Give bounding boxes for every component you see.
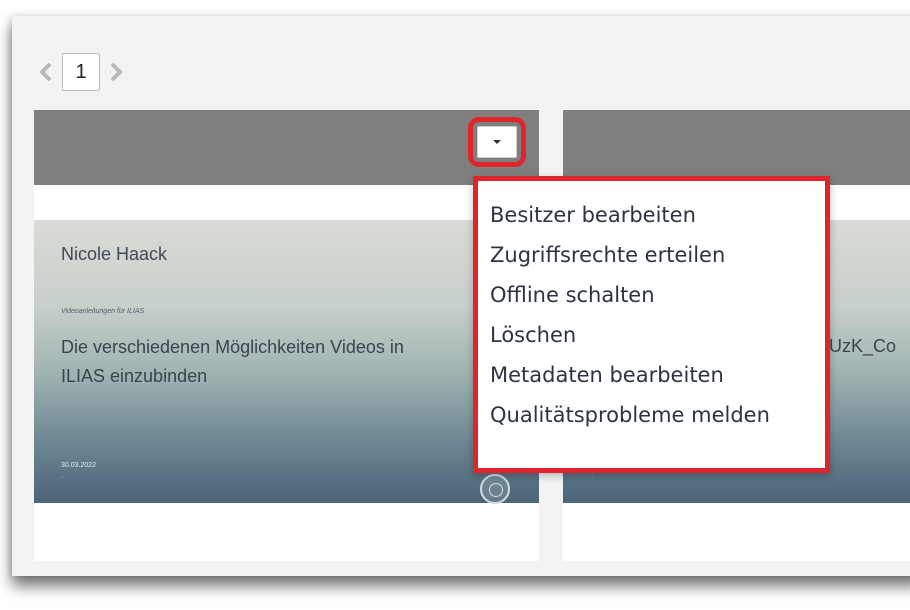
menu-item-zugriffsrechte-erteilen[interactable]: Zugriffsrechte erteilen <box>478 235 825 275</box>
video-date: 30.03.2022 <box>61 462 97 469</box>
menu-item-besitzer-bearbeiten[interactable]: Besitzer bearbeiten <box>478 195 825 235</box>
caret-down-icon <box>493 140 501 144</box>
menu-item-metadaten-bearbeiten[interactable]: Metadaten bearbeiten <box>478 355 825 395</box>
video-series: Videoanleitungen für ILIAS <box>61 308 145 315</box>
card-header <box>563 110 910 185</box>
video-title: Die verschiedenen Möglichkeiten Videos i… <box>61 337 404 386</box>
video-author: Nicole Haack <box>61 244 168 264</box>
video-dot: · <box>61 474 64 481</box>
menu-item-loeschen[interactable]: Löschen <box>478 315 825 355</box>
video-thumbnail[interactable]: Nicole Haack Videoanleitungen für ILIAS … <box>34 220 539 504</box>
university-seal-icon <box>480 474 510 504</box>
actions-menu: Besitzer bearbeiten Zugriffsrechte ertei… <box>473 176 830 473</box>
page-number-1[interactable]: 1 <box>62 53 100 91</box>
card-header <box>34 110 539 185</box>
pagination: 1 <box>36 52 126 92</box>
menu-item-offline-schalten[interactable]: Offline schalten <box>478 275 825 315</box>
chevron-left-icon[interactable] <box>36 53 56 91</box>
menu-item-qualitaetsprobleme-melden[interactable]: Qualitätsprobleme melden <box>478 395 825 435</box>
chevron-right-icon[interactable] <box>106 53 126 91</box>
video-card: Nicole Haack Videoanleitungen für ILIAS … <box>34 110 539 561</box>
video-dot: · <box>591 474 594 481</box>
actions-dropdown-button[interactable] <box>468 117 526 167</box>
